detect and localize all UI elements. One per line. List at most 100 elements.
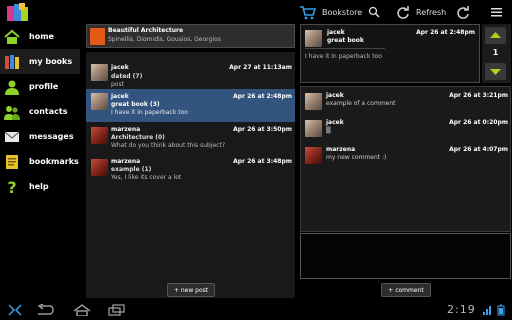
sidebar: home my books profile contacts messages [0, 24, 80, 300]
page-up-button[interactable] [485, 27, 506, 44]
post-body: post [111, 81, 124, 88]
app-logo-icon [7, 3, 28, 21]
avatar [91, 159, 108, 176]
add-comment-button[interactable]: + comment [381, 283, 431, 297]
home-nav-icon[interactable] [72, 304, 92, 316]
post-title: dated (7) [111, 73, 143, 80]
sidebar-item-messages[interactable]: messages [0, 124, 80, 149]
avatar [305, 120, 322, 137]
post-author: jacek [111, 93, 129, 100]
home-icon [4, 29, 20, 44]
question-icon: ? [7, 179, 16, 195]
comment-body: example of a comment [326, 100, 396, 107]
list-item-selected[interactable]: jacek Apr 26 at 2:48pm great book (3) I … [86, 89, 295, 122]
avatar [91, 93, 108, 110]
divider [305, 48, 385, 49]
chevron-down-icon [490, 69, 501, 75]
list-item[interactable]: marzena Apr 26 at 3:48pm example (1) Yes… [86, 155, 295, 188]
post-date: Apr 27 at 11:13am [229, 64, 292, 71]
post-body: I have it in paperback too [111, 109, 188, 116]
list-item[interactable]: marzena Apr 26 at 3:50pm Architecture (0… [86, 123, 295, 156]
sidebar-item-label: bookmarks [29, 157, 79, 166]
bookstore-button[interactable]: Bookstore [299, 0, 362, 24]
book-cover-thumbnail [90, 28, 105, 45]
sidebar-item-help[interactable]: ? help [0, 174, 80, 199]
chevron-up-icon [490, 32, 501, 38]
detail-author: jacek [327, 29, 345, 36]
clock: 2:19 [447, 303, 476, 316]
sidebar-item-label: profile [29, 82, 59, 91]
post-author: jacek [111, 64, 129, 71]
bookmarks-icon [6, 154, 18, 169]
refresh-icon [397, 5, 409, 19]
pager: 1 [482, 24, 511, 83]
top-bar: Bookstore Refresh [0, 0, 512, 24]
book-header[interactable]: Beautiful Architecture Spinellis, Diomid… [86, 24, 295, 48]
detail-title: great book [327, 37, 364, 44]
sidebar-item-label: home [29, 32, 54, 41]
sync-icon [457, 5, 469, 19]
avatar [91, 64, 108, 81]
post-list: jacek Apr 27 at 11:13am dated (7) post j… [86, 52, 295, 298]
profile-icon [5, 80, 19, 95]
new-post-button[interactable]: + new post [167, 283, 215, 297]
sidebar-item-label: messages [29, 132, 74, 141]
comment-date: Apr 26 at 3:21pm [449, 92, 508, 99]
menu-button[interactable] [491, 0, 502, 24]
books-icon [5, 54, 19, 69]
search-button[interactable] [368, 0, 380, 24]
post-author: marzena [111, 158, 141, 165]
page-number: 1 [492, 48, 499, 57]
refresh-button[interactable]: Refresh [395, 0, 446, 24]
sidebar-item-contacts[interactable]: contacts [0, 99, 80, 124]
list-item[interactable]: jacek Apr 26 at 3:21pm example of a comm… [301, 89, 512, 114]
comment-body: ▒ [326, 127, 331, 134]
sidebar-item-profile[interactable]: profile [0, 74, 80, 99]
sidebar-item-bookmarks[interactable]: bookmarks [0, 149, 80, 174]
sidebar-item-label: contacts [29, 107, 68, 116]
post-body: What do you think about this subject? [111, 142, 226, 149]
detail-date: Apr 26 at 2:48pm [416, 29, 475, 36]
post-title: example (1) [111, 166, 152, 173]
comment-date: Apr 26 at 4:07pm [449, 146, 508, 153]
contacts-icon [4, 105, 20, 120]
sidebar-item-home[interactable]: home [0, 24, 80, 49]
comment-author: jacek [326, 92, 344, 99]
avatar [305, 93, 322, 110]
avatar [91, 127, 108, 144]
envelope-icon [4, 131, 20, 142]
back-icon[interactable] [36, 304, 56, 316]
search-icon [368, 6, 380, 18]
cart-icon [300, 5, 316, 19]
list-item[interactable]: marzena Apr 26 at 4:07pm my new comment … [301, 143, 512, 168]
system-bar: 2:19 [0, 300, 512, 320]
post-title: Architecture (0) [111, 134, 165, 141]
comment-body: my new comment :) [326, 154, 387, 161]
page-down-button[interactable] [485, 63, 506, 80]
collapse-icon[interactable] [8, 304, 22, 316]
sidebar-item-my-books[interactable]: my books [0, 49, 80, 74]
battery-icon [497, 304, 505, 316]
svg-text:?: ? [7, 179, 16, 195]
list-item[interactable]: jacek Apr 26 at 0:20pm ▒ [301, 116, 512, 141]
comment-author: jacek [326, 119, 344, 126]
post-date: Apr 26 at 2:48pm [233, 93, 292, 100]
post-date: Apr 26 at 3:48pm [233, 158, 292, 165]
post-detail: jacek Apr 26 at 2:48pm great book I have… [300, 24, 480, 83]
list-item[interactable]: jacek Apr 27 at 11:13am dated (7) post [86, 56, 295, 89]
book-title: Beautiful Architecture [108, 27, 184, 34]
wifi-icon [483, 306, 491, 315]
recent-apps-icon[interactable] [108, 304, 126, 316]
sync-button[interactable] [455, 0, 470, 24]
comment-textarea[interactable] [300, 233, 511, 279]
refresh-label: Refresh [416, 7, 447, 17]
comment-list: jacek Apr 26 at 3:21pm example of a comm… [300, 86, 511, 232]
sidebar-item-label: my books [29, 57, 73, 66]
menu-icon [491, 8, 502, 17]
avatar [305, 147, 322, 164]
detail-body: I have it in paperback too [305, 53, 382, 60]
post-author: marzena [111, 126, 141, 133]
book-authors: Spinellis, Diomidis, Gousios, Georgios [108, 36, 221, 43]
post-body: Yes, I like its cover a lot [111, 174, 182, 181]
avatar [305, 30, 322, 47]
